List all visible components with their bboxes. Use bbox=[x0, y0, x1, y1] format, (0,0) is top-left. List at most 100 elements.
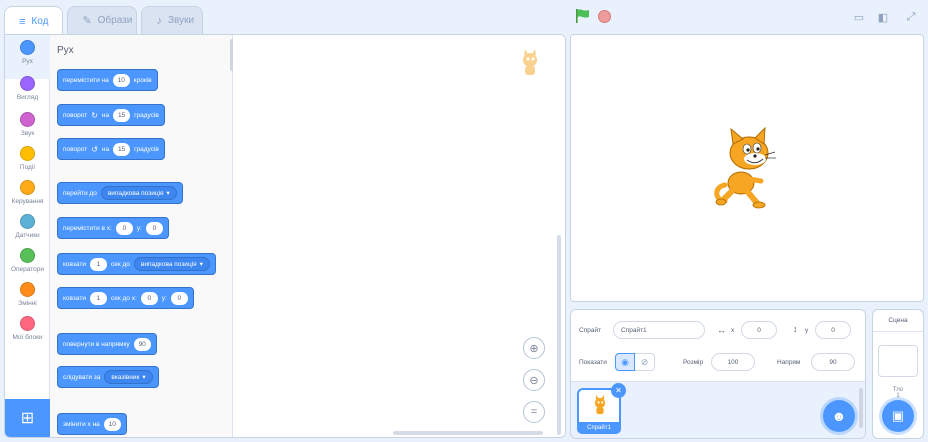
extension-icon: ⊞ bbox=[20, 410, 35, 427]
script-workspace[interactable]: ⊕ ⊖ = bbox=[233, 35, 565, 437]
block-turn-left[interactable]: поворот ↺ на 15 градусів bbox=[57, 138, 165, 160]
workspace-vertical-scrollbar[interactable] bbox=[557, 235, 561, 435]
zoom-out-button[interactable]: ⊖ bbox=[523, 369, 545, 391]
rotate-left-icon: ↺ bbox=[91, 144, 98, 154]
block-point-in-direction[interactable]: повернути в напрямку 90 bbox=[57, 333, 157, 355]
block-number-input[interactable]: 0 bbox=[140, 291, 158, 305]
block-number-input[interactable]: 1 bbox=[89, 257, 107, 271]
scratch-editor: ≡ Код ✎ Образи ♪ Звуки Рух Вигляд Звук П… bbox=[0, 0, 928, 442]
category-label: Звук bbox=[20, 130, 35, 137]
block-number-input[interactable]: 90 bbox=[133, 337, 151, 351]
green-flag-button[interactable] bbox=[575, 9, 589, 23]
block-number-input[interactable]: 15 bbox=[113, 108, 131, 122]
block-text: у: bbox=[136, 224, 142, 232]
sprite-name-input[interactable]: Спрайт1 bbox=[613, 321, 705, 339]
category-label: Керування bbox=[11, 198, 44, 205]
chevron-down-icon: ▾ bbox=[142, 374, 146, 381]
zoom-out-icon: ⊖ bbox=[529, 374, 539, 387]
size-input[interactable]: 100 bbox=[711, 353, 755, 371]
block-number-input[interactable]: 0 bbox=[145, 221, 163, 235]
block-palette: Рух перемістити на 10 кроків поворот ↻ н… bbox=[50, 35, 234, 437]
tab-code-label: Код bbox=[31, 16, 49, 27]
delete-sprite-button[interactable]: ✕ bbox=[611, 383, 626, 398]
stage-selector[interactable]: Сцена Тло 1 ▣ bbox=[872, 309, 924, 439]
green-flag-icon bbox=[576, 9, 589, 23]
cat-sprite[interactable] bbox=[711, 127, 789, 209]
choose-sprite-button[interactable]: ☻ bbox=[823, 400, 855, 432]
hide-sprite-button[interactable]: ⊘ bbox=[635, 353, 655, 371]
category-label: Датчики bbox=[15, 232, 40, 239]
block-number-input[interactable]: 1 bbox=[89, 291, 107, 305]
block-glide-to-xy[interactable]: ковзати 1 сек до х: 0 у: 0 bbox=[57, 287, 194, 309]
variables-category-icon bbox=[20, 282, 35, 297]
fullscreen-button[interactable]: ⤢ bbox=[902, 8, 920, 26]
add-extension-button[interactable]: ⊞ bbox=[5, 399, 50, 437]
zoom-in-icon: ⊕ bbox=[529, 342, 539, 355]
direction-input[interactable]: 90 bbox=[811, 353, 855, 371]
motion-category-icon bbox=[20, 40, 35, 55]
block-glide-to[interactable]: ковзати 1 сек до випадкова позиція ▾ bbox=[57, 253, 216, 275]
sound-category-icon bbox=[20, 112, 35, 127]
y-position-input[interactable]: 0 bbox=[815, 321, 851, 339]
show-sprite-button[interactable]: ◉ bbox=[615, 353, 635, 371]
block-go-to[interactable]: перейти до випадкова позиція ▾ bbox=[57, 182, 183, 204]
my-blocks-category-icon bbox=[20, 316, 35, 331]
category-label: Змінні bbox=[18, 300, 37, 307]
tab-sounds[interactable]: ♪ Звуки bbox=[141, 6, 204, 34]
block-number-input[interactable]: 0 bbox=[115, 221, 133, 235]
block-dropdown[interactable]: вказівник ▾ bbox=[104, 370, 153, 384]
category-label: Рух bbox=[22, 58, 33, 65]
stage-canvas[interactable] bbox=[570, 34, 924, 302]
block-number-input[interactable]: 10 bbox=[112, 73, 130, 87]
tab-code[interactable]: ≡ Код bbox=[4, 6, 64, 36]
category-menu: Рух Вигляд Звук Події Керування Датчики bbox=[5, 35, 50, 437]
sensing-category-icon bbox=[20, 214, 35, 229]
block-text: на bbox=[101, 145, 110, 153]
current-sprite-icon bbox=[523, 49, 537, 75]
block-number-input[interactable]: 0 bbox=[170, 291, 188, 305]
block-dropdown[interactable]: випадкова позиція ▾ bbox=[133, 257, 210, 271]
sprite-thumbnail[interactable]: Спрайт1 ✕ bbox=[577, 383, 626, 434]
block-number-input[interactable]: 10 bbox=[103, 417, 121, 431]
block-point-towards[interactable]: слідувати за вказівник ▾ bbox=[57, 366, 159, 388]
sprite-name-label: Спрайт bbox=[579, 327, 602, 334]
sprite-info-pane: Спрайт Спрайт1 ↔ x 0 ↕ y 0 Показати ◉ ⊘ … bbox=[570, 309, 866, 439]
stage-thumbnail[interactable] bbox=[878, 345, 918, 377]
large-stage-button[interactable]: ◧ bbox=[874, 8, 892, 26]
small-stage-button[interactable]: ▭ bbox=[850, 8, 868, 26]
workspace-horizontal-scrollbar[interactable] bbox=[393, 431, 543, 435]
looks-category-icon bbox=[20, 76, 35, 91]
x-label: x bbox=[731, 327, 735, 334]
x-position-input[interactable]: 0 bbox=[741, 321, 777, 339]
block-move-steps[interactable]: перемістити на 10 кроків bbox=[57, 69, 158, 91]
category-label: Вигляд bbox=[16, 94, 39, 101]
block-text: градусів bbox=[134, 145, 159, 153]
category-label: Оператори bbox=[10, 266, 45, 273]
block-text: перемістити на bbox=[63, 76, 109, 84]
tab-costumes[interactable]: ✎ Образи bbox=[67, 6, 138, 34]
sprite-list: Спрайт1 ✕ ☻ bbox=[571, 382, 865, 438]
eye-closed-icon: ⊘ bbox=[640, 356, 649, 367]
block-number-input[interactable]: 15 bbox=[113, 142, 131, 156]
backdrops-info: Тло 1 bbox=[873, 387, 923, 399]
zoom-reset-button[interactable]: = bbox=[523, 401, 545, 423]
block-text: слідувати за bbox=[63, 373, 101, 381]
sprite-thumbnail-name: Спрайт1 bbox=[577, 422, 621, 434]
block-text: ковзати bbox=[63, 294, 86, 302]
rotate-right-icon: ↻ bbox=[91, 110, 98, 120]
sprite-list-scrollbar[interactable] bbox=[859, 388, 863, 428]
zoom-in-button[interactable]: ⊕ bbox=[523, 337, 545, 359]
block-go-to-xy[interactable]: перемістити в х: 0 у: 0 bbox=[57, 217, 169, 239]
y-label: y bbox=[805, 327, 809, 334]
category-my-blocks[interactable]: Мої блоки bbox=[5, 311, 50, 355]
choose-backdrop-button[interactable]: ▣ bbox=[882, 400, 914, 432]
stop-button[interactable] bbox=[598, 10, 611, 23]
block-text: поворот bbox=[63, 145, 88, 153]
block-text: перемістити в х: bbox=[63, 224, 112, 232]
large-stage-icon: ◧ bbox=[877, 11, 889, 24]
editor-tabs: ≡ Код ✎ Образи ♪ Звуки bbox=[4, 6, 204, 36]
block-dropdown[interactable]: випадкова позиція ▾ bbox=[100, 186, 177, 200]
block-change-x[interactable]: змінити х на 10 bbox=[57, 413, 127, 435]
chevron-down-icon: ▾ bbox=[199, 261, 203, 268]
block-turn-right[interactable]: поворот ↻ на 15 градусів bbox=[57, 104, 165, 126]
